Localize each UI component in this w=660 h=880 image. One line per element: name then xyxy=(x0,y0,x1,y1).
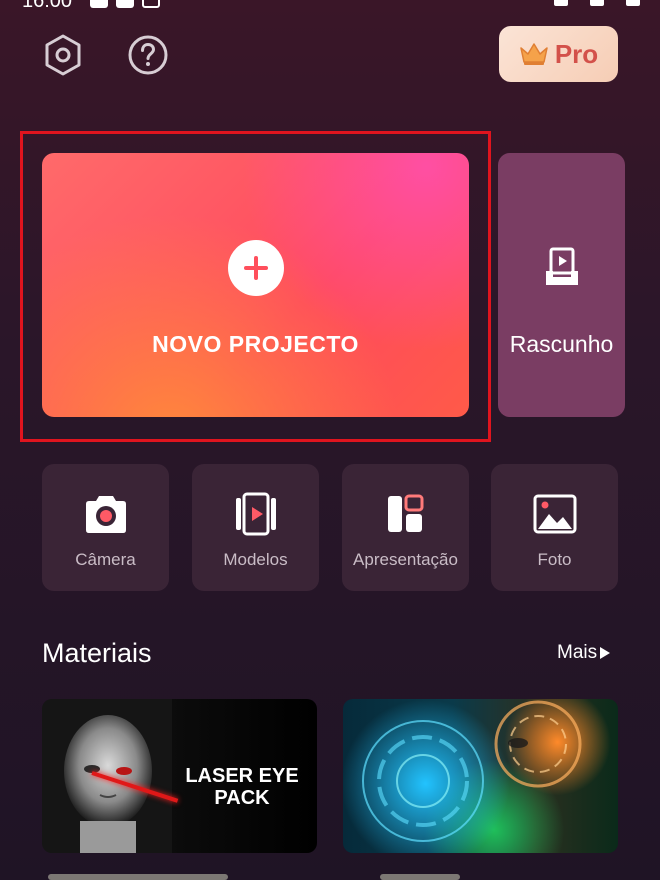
new-project-button[interactable]: NOVO PROJECTO xyxy=(42,153,469,417)
notification-icon xyxy=(90,0,108,8)
material-card[interactable] xyxy=(343,699,618,853)
more-label: Mais xyxy=(557,642,598,663)
hexagon-settings-icon xyxy=(45,34,81,76)
presentation-label: Apresentação xyxy=(353,550,458,569)
pro-label: Pro xyxy=(554,38,599,69)
image-icon xyxy=(533,494,577,534)
layout-icon xyxy=(388,494,424,532)
material-caption xyxy=(380,874,460,880)
video-template-icon xyxy=(236,492,276,536)
camera-label: Câmera xyxy=(75,550,136,569)
templates-label: Modelos xyxy=(223,550,288,569)
notification-icons xyxy=(90,0,160,8)
templates-button[interactable]: Modelos xyxy=(192,464,319,591)
status-bar: 16:00 xyxy=(0,0,660,14)
draft-video-icon xyxy=(546,247,578,285)
material-caption xyxy=(48,874,228,880)
material-card[interactable]: LASER EYE PACK xyxy=(42,699,317,853)
system-icons xyxy=(554,0,640,6)
mute-icon xyxy=(554,0,568,6)
battery-icon xyxy=(626,0,640,6)
notification-icon xyxy=(116,0,134,8)
help-button[interactable] xyxy=(126,33,170,77)
status-time: 16:00 xyxy=(22,0,73,12)
play-arrow-icon xyxy=(600,647,611,659)
wifi-icon xyxy=(590,0,604,6)
new-project-label: NOVO PROJECTO xyxy=(152,331,359,357)
materials-heading: Materiais xyxy=(42,638,152,668)
material-title: LASER EYE PACK xyxy=(185,765,299,809)
camera-icon xyxy=(86,496,126,533)
draft-button[interactable]: Rascunho xyxy=(498,153,625,417)
crown-icon xyxy=(520,43,548,65)
draft-label: Rascunho xyxy=(509,331,614,357)
plus-icon xyxy=(228,240,284,296)
camera-button[interactable]: Câmera xyxy=(42,464,169,591)
pro-upgrade-button[interactable]: Pro xyxy=(499,26,618,82)
more-link[interactable]: Mais xyxy=(557,642,611,664)
settings-button[interactable] xyxy=(41,33,85,77)
photo-label: Foto xyxy=(537,550,572,569)
notification-icon xyxy=(142,0,160,8)
help-circle-icon xyxy=(128,35,168,75)
presentation-button[interactable]: Apresentação xyxy=(342,464,469,591)
photo-button[interactable]: Foto xyxy=(491,464,618,591)
bottom-labels-strip xyxy=(0,872,660,880)
scan-effect-image xyxy=(362,700,582,842)
